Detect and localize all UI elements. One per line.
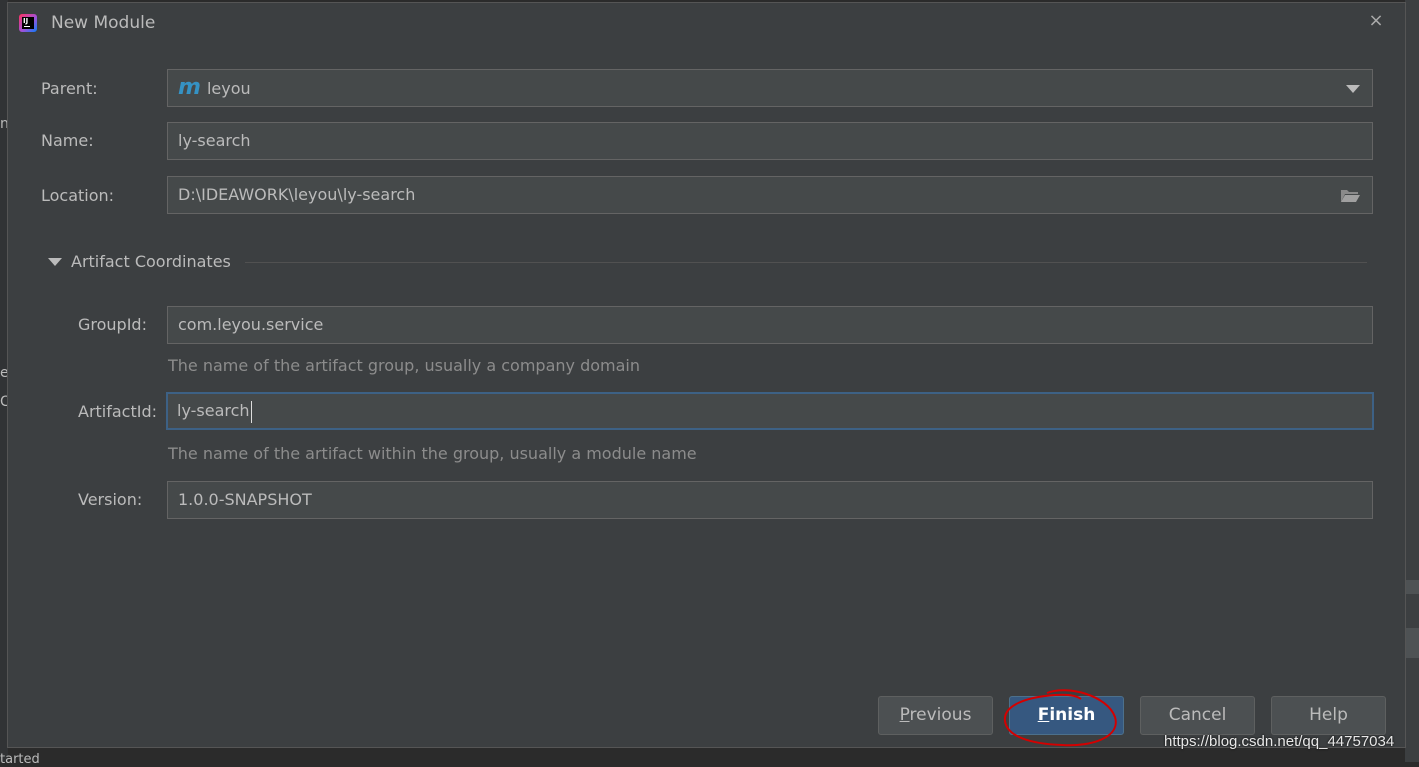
artifactid-value: ly-search <box>177 401 250 420</box>
artifactid-field[interactable]: ly-search <box>166 392 1374 430</box>
cancel-button[interactable]: Cancel <box>1140 696 1255 735</box>
name-label: Name: <box>41 131 94 150</box>
groupid-hint: The name of the artifact group, usually … <box>168 356 640 375</box>
groupid-label: GroupId: <box>78 315 147 334</box>
artifact-section-title[interactable]: Artifact Coordinates <box>71 252 231 271</box>
name-field[interactable]: ly-search <box>167 122 1373 160</box>
dialog-titlebar[interactable]: IJ New Module × <box>8 3 1405 43</box>
finish-button[interactable]: Finish <box>1009 696 1124 735</box>
location-value: D:\IDEAWORK\leyou\ly-search <box>178 185 416 204</box>
version-label: Version: <box>78 490 143 509</box>
previous-button[interactable]: Previous <box>878 696 993 735</box>
artifactid-hint: The name of the artifact within the grou… <box>168 444 697 463</box>
ide-background-status-text: tarted <box>0 752 40 767</box>
location-field[interactable]: D:\IDEAWORK\leyou\ly-search <box>167 176 1373 214</box>
watermark-text: https://blog.csdn.net/qq_44757034 <box>1164 733 1395 750</box>
help-button[interactable]: Help <box>1271 696 1386 735</box>
artifactid-label: ArtifactId: <box>78 402 158 421</box>
new-module-dialog: IJ New Module × Parent: m leyou Name: ly-… <box>7 2 1406 748</box>
close-icon[interactable]: × <box>1367 12 1385 30</box>
parent-select[interactable]: m leyou <box>167 69 1373 107</box>
parent-label: Parent: <box>41 79 98 98</box>
location-label: Location: <box>41 186 115 205</box>
intellij-idea-icon: IJ <box>19 14 37 32</box>
dialog-title: New Module <box>51 13 156 33</box>
ide-background-right <box>1405 0 1419 762</box>
collapse-toggle-icon[interactable] <box>48 258 62 266</box>
version-field[interactable]: 1.0.0-SNAPSHOT <box>167 481 1373 519</box>
text-caret <box>250 400 252 423</box>
section-divider <box>245 262 1367 263</box>
groupid-field[interactable]: com.leyou.service <box>167 306 1373 344</box>
chevron-down-icon[interactable] <box>1346 85 1360 93</box>
folder-icon[interactable] <box>1340 188 1360 203</box>
maven-module-icon: m <box>178 75 201 100</box>
parent-value: leyou <box>206 79 251 98</box>
